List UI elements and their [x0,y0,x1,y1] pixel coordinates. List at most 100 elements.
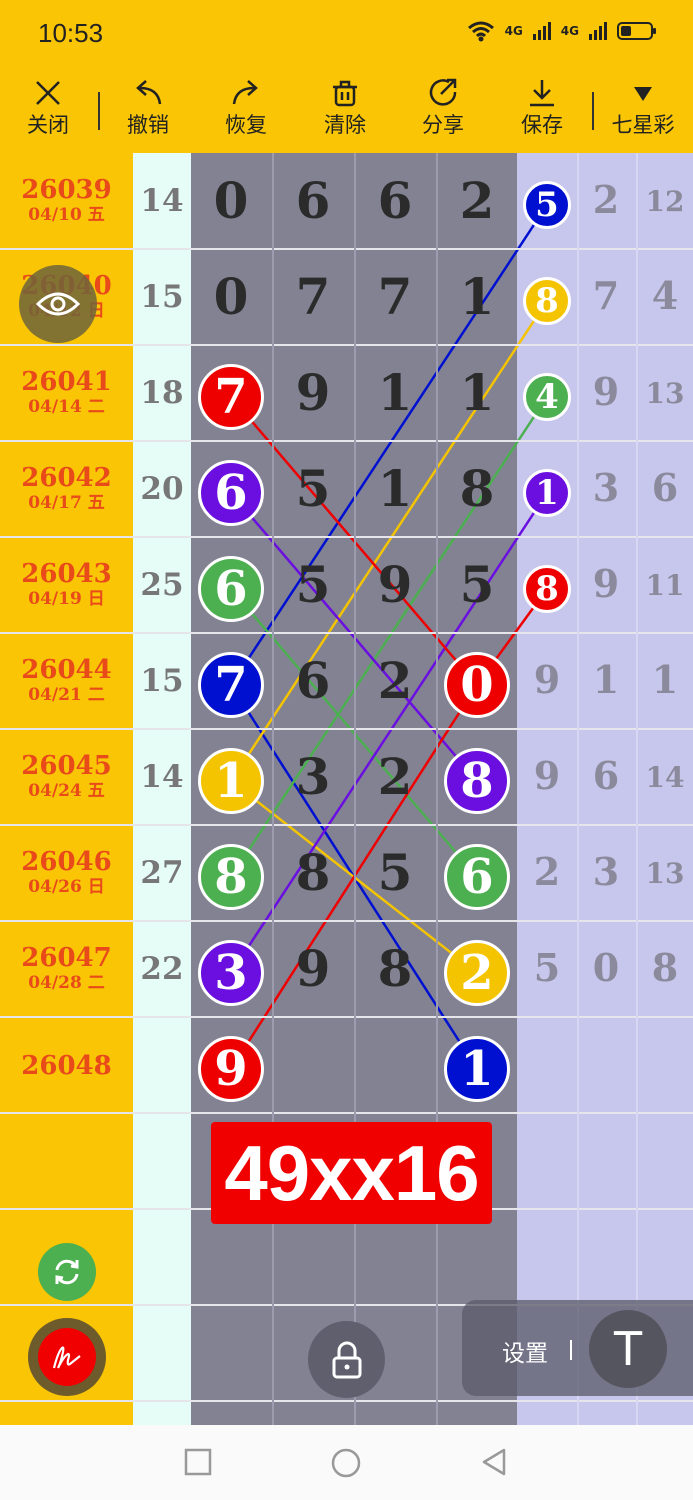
digit-cell: 7 [377,267,413,326]
lock-button[interactable] [308,1321,385,1398]
undo-icon [136,80,162,105]
trend-chart-grid[interactable]: 2603904/10 五1406622122604004/12 日1507717… [0,153,693,1425]
lottery-select[interactable]: 七星彩 [603,74,683,138]
number-ball: 7 [198,364,264,430]
toolbar-divider [592,92,594,130]
row-divider [0,920,693,922]
issue-number: 26045 [21,751,112,781]
sum-value: 14 [140,759,184,795]
undo-button[interactable]: 撤销 [108,74,188,138]
redo-label: 恢复 [225,113,267,137]
number-ball: 6 [198,460,264,526]
save-label: 保存 [521,113,563,137]
sum-value: 14 [140,183,184,219]
digit-cell: 0 [213,171,249,230]
digit-cell: 5 [459,555,495,614]
number-ball: 1 [198,748,264,814]
refresh-button[interactable] [38,1243,96,1301]
stat-value: 13 [645,377,685,410]
close-label: 关闭 [27,113,69,137]
issue-cell: 26041 04/14 二 [0,367,133,417]
pen-icon [52,1346,81,1369]
issue-number: 26048 [21,1051,112,1081]
stat-value: 1 [651,657,679,702]
sum-value: 25 [140,567,184,603]
number-ball: 3 [198,940,264,1006]
issue-cell: 26048 [0,1051,133,1081]
row-divider [0,1016,693,1018]
home-icon[interactable] [330,1447,362,1479]
issue-number: 26042 [21,463,112,493]
stat-value: 9 [592,369,620,414]
settings-label[interactable]: 设置 [502,1334,548,1368]
settings-panel[interactable]: 设置 T [462,1300,693,1396]
issue-date: 04/26 日 [28,877,105,897]
stat-value: 11 [645,569,685,602]
sum-value: 20 [140,471,184,507]
navigation-bar [0,1425,693,1500]
row-divider [0,824,693,826]
issue-cell: 26044 04/21 二 [0,655,133,705]
stat-value: 9 [592,561,620,606]
status-time: 10:53 [38,18,104,48]
digit-cell: 1 [377,459,413,518]
number-ball: 5 [523,181,571,229]
digit-cell: 1 [459,267,495,326]
row-divider [0,1112,693,1114]
download-icon [530,80,554,107]
digit-cell: 9 [377,555,413,614]
issue-date: 04/28 二 [28,973,105,993]
stat-value: 5 [533,945,561,990]
toolbar-divider [98,92,100,130]
back-icon[interactable] [480,1447,508,1477]
issue-cell: 26043 04/19 日 [0,559,133,609]
trash-icon [333,80,357,107]
pen-tool-button[interactable] [28,1318,106,1396]
signal-icon-1 [532,22,551,40]
digit-cell: 8 [295,843,331,902]
number-ball: 8 [198,844,264,910]
digit-cell: 2 [459,171,495,230]
row-divider [0,344,693,346]
number-ball: 2 [444,940,510,1006]
battery-icon [617,22,656,40]
stat-value: 0 [592,945,620,990]
issue-cell: 26047 04/28 二 [0,943,133,993]
digit-cell: 8 [459,459,495,518]
share-button[interactable]: 分享 [403,74,483,138]
sum-value: 15 [140,663,184,699]
save-button[interactable]: 保存 [502,74,582,138]
row-divider [0,440,693,442]
number-ball: 1 [444,1036,510,1102]
number-ball: 8 [523,277,571,325]
redo-button[interactable]: 恢复 [206,74,286,138]
visibility-toggle-button[interactable] [19,265,97,343]
digit-cell: 2 [377,747,413,806]
settings-divider [570,1340,572,1360]
issue-date: 04/14 二 [28,397,105,417]
clear-button[interactable]: 清除 [305,74,385,138]
dropdown-icon [634,87,652,101]
recents-icon[interactable] [184,1447,212,1477]
issue-date: 04/17 五 [28,493,105,513]
lottery-label: 七星彩 [611,113,675,137]
prediction-badge: 49xx16 [211,1122,492,1224]
issue-cell: 26045 04/24 五 [0,751,133,801]
row-divider [0,728,693,730]
stat-value: 3 [592,465,620,510]
issue-date: 04/21 二 [28,685,105,705]
stat-value: 9 [533,657,561,702]
network-type-2: 4G [560,24,579,38]
issue-number: 26047 [21,943,112,973]
issue-date: 04/19 日 [28,589,105,609]
digit-cell: 9 [295,939,331,998]
status-icons: 4G 4G [467,20,656,42]
sum-value: 22 [140,951,184,987]
text-tool-button[interactable]: T [589,1310,667,1388]
stat-value: 4 [651,273,679,318]
stat-value: 9 [533,753,561,798]
sum-value: 18 [140,375,184,411]
number-ball: 0 [444,652,510,718]
close-button[interactable]: 关闭 [8,74,88,138]
digit-cell: 6 [295,651,331,710]
